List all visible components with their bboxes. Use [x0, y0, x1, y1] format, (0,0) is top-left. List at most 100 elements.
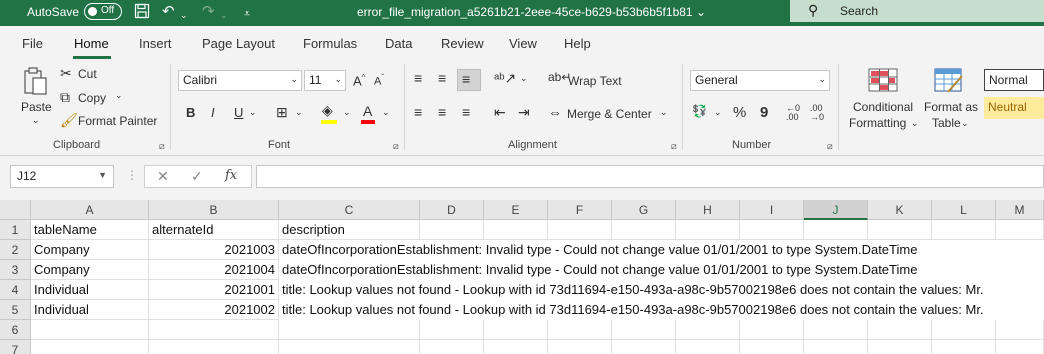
cell-b5[interactable]: 2021002 — [149, 300, 279, 320]
format-as-table-label-1[interactable]: Format as — [924, 100, 978, 114]
empty-cell[interactable] — [484, 340, 548, 354]
percent-style-button[interactable]: % — [733, 104, 746, 121]
empty-cell[interactable] — [149, 320, 279, 340]
search-box[interactable]: ⚲ Search — [790, 0, 1044, 22]
column-header-b[interactable]: B — [149, 200, 279, 220]
align-bottom-icon[interactable]: ≡ — [462, 71, 470, 87]
empty-cell[interactable] — [31, 340, 149, 354]
empty-cell[interactable] — [149, 340, 279, 354]
empty-cell[interactable] — [740, 220, 804, 240]
fill-color-dropdown-icon[interactable]: ⌄ — [343, 107, 351, 118]
wrap-text-button[interactable]: Wrap Text — [568, 74, 622, 88]
empty-cell[interactable] — [932, 320, 996, 340]
clipboard-launcher-icon[interactable]: ⧄ — [159, 141, 165, 152]
enter-icon[interactable]: ✓ — [191, 168, 203, 185]
empty-cell[interactable] — [420, 320, 484, 340]
borders-dropdown-icon[interactable]: ⌄ — [295, 107, 303, 118]
empty-cell[interactable] — [548, 320, 612, 340]
row-header-3[interactable]: 3 — [0, 260, 31, 280]
borders-icon[interactable]: ⊞ — [276, 104, 288, 121]
tab-home[interactable]: Home — [74, 36, 109, 51]
column-header-h[interactable]: H — [676, 200, 740, 220]
decrease-indent-icon[interactable]: ⇤ — [494, 104, 506, 121]
select-all-corner[interactable] — [0, 200, 31, 220]
autosave-toggle[interactable]: Off — [84, 3, 122, 20]
tab-help[interactable]: Help — [564, 36, 591, 51]
row-header-5[interactable]: 5 — [0, 300, 31, 320]
empty-cell[interactable] — [932, 340, 996, 354]
cell-style-normal[interactable]: Normal — [984, 69, 1044, 91]
cut-icon[interactable]: ✂ — [60, 65, 72, 82]
cancel-icon[interactable]: ✕ — [157, 168, 169, 185]
row-header-7[interactable]: 7 — [0, 340, 31, 354]
empty-cell[interactable] — [868, 340, 932, 354]
conditional-formatting-label-2[interactable]: Formatting — [849, 116, 906, 130]
empty-cell[interactable] — [279, 320, 420, 340]
conditional-formatting-dropdown-icon[interactable]: ⌄ — [911, 118, 919, 129]
conditional-formatting-label-1[interactable]: Conditional — [853, 100, 913, 114]
empty-cell[interactable] — [612, 220, 676, 240]
undo-dropdown-icon[interactable]: ⌄ — [180, 6, 188, 24]
tab-view[interactable]: View — [509, 36, 537, 51]
empty-cell[interactable] — [868, 320, 932, 340]
empty-cell[interactable] — [996, 320, 1044, 340]
file-name[interactable]: error_file_migration_a5261b21-2eee-45ce-… — [357, 5, 706, 19]
tab-formulas[interactable]: Formulas — [303, 36, 357, 51]
font-name-select[interactable]: Calibri ⌄ — [178, 70, 302, 91]
cell-a3[interactable]: Company — [31, 260, 149, 280]
empty-cell[interactable] — [740, 320, 804, 340]
name-box[interactable]: J12 ▼ — [10, 165, 114, 188]
drag-handle-icon[interactable]: ⋮ — [126, 168, 138, 182]
decrease-decimal-icon[interactable]: .00 →0 — [810, 104, 824, 122]
empty-cell[interactable] — [420, 220, 484, 240]
align-top-icon[interactable]: ≡ — [414, 70, 422, 86]
insert-function-icon[interactable]: fx — [225, 168, 237, 183]
increase-decimal-icon[interactable]: ←0.00 — [786, 104, 800, 122]
italic-button[interactable]: I — [211, 105, 215, 120]
paste-dropdown-icon[interactable]: ⌄ — [32, 115, 40, 126]
copy-button[interactable]: Copy — [78, 91, 106, 105]
font-launcher-icon[interactable]: ⧄ — [393, 141, 399, 152]
cell-b2[interactable]: 2021003 — [149, 240, 279, 260]
empty-cell[interactable] — [996, 340, 1044, 354]
empty-cell[interactable] — [676, 340, 740, 354]
empty-cell[interactable] — [804, 220, 868, 240]
increase-font-size-icon[interactable]: A^ — [353, 73, 365, 88]
cell-b1[interactable]: alternateId — [149, 220, 279, 240]
column-header-g[interactable]: G — [612, 200, 676, 220]
empty-cell[interactable] — [548, 340, 612, 354]
customize-toolbar-icon[interactable]: ⩡ — [244, 5, 250, 23]
empty-cell[interactable] — [868, 220, 932, 240]
cell-c2[interactable]: dateOfIncorporationEstablishment: Invali… — [279, 240, 1044, 260]
format-painter-icon[interactable]: 🖌 — [60, 112, 78, 129]
empty-cell[interactable] — [279, 340, 420, 354]
align-middle-icon[interactable]: ≡ — [438, 70, 446, 86]
empty-cell[interactable] — [676, 220, 740, 240]
empty-cell[interactable] — [420, 340, 484, 354]
increase-indent-icon[interactable]: ⇥ — [518, 104, 530, 121]
empty-cell[interactable] — [548, 220, 612, 240]
copy-dropdown-icon[interactable]: ⌄ — [115, 90, 123, 101]
align-center-icon[interactable]: ≡ — [438, 104, 446, 120]
cell-b3[interactable]: 2021004 — [149, 260, 279, 280]
empty-cell[interactable] — [932, 220, 996, 240]
underline-button[interactable]: U — [234, 105, 243, 120]
cell-c5[interactable]: title: Lookup values not found - Lookup … — [279, 300, 1044, 320]
formula-input[interactable] — [256, 165, 1044, 188]
column-header-a[interactable]: A — [31, 200, 149, 220]
cell-b4[interactable]: 2021001 — [149, 280, 279, 300]
paste-button[interactable]: Paste — [21, 100, 52, 114]
format-as-table-label-2[interactable]: Table — [932, 116, 961, 130]
font-color-icon[interactable]: A — [363, 103, 372, 119]
merge-center-button[interactable]: Merge & Center — [567, 107, 652, 121]
row-header-2[interactable]: 2 — [0, 240, 31, 260]
tab-insert[interactable]: Insert — [139, 36, 172, 51]
row-header-6[interactable]: 6 — [0, 320, 31, 340]
tab-page-layout[interactable]: Page Layout — [202, 36, 275, 51]
format-as-table-dropdown-icon[interactable]: ⌄ — [961, 118, 969, 129]
row-header-1[interactable]: 1 — [0, 220, 31, 240]
paste-icon[interactable] — [22, 66, 48, 103]
empty-cell[interactable] — [31, 320, 149, 340]
redo-icon[interactable]: ↷ — [202, 3, 215, 21]
empty-cell[interactable] — [804, 320, 868, 340]
